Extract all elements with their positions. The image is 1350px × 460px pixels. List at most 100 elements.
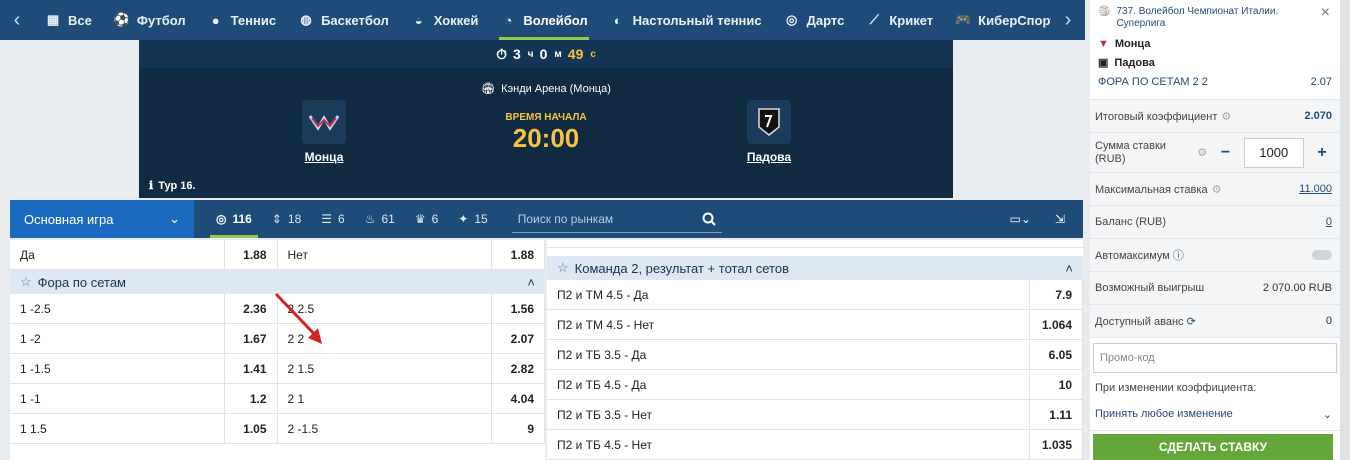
team1[interactable]: Монца [279,100,369,164]
team2-name[interactable]: Падова [724,150,814,164]
market-group-header[interactable]: ☆ Фора по сетам ˄ [10,270,545,294]
market-filter-tab[interactable]: ◎ 116 [206,200,262,238]
outcome-name[interactable]: 1 -2 [10,324,224,353]
outcome-name[interactable]: П2 и ТМ 4.5 - Да [547,280,1029,309]
layout-columns-icon[interactable]: ▭⌄ [1010,212,1031,226]
outcome-name[interactable]: 2 1.5 [278,354,492,383]
nav-next-icon[interactable]: › [1051,0,1085,40]
market-row: П2 и ТМ 4.5 - Да 7.9 [547,280,1083,310]
info-icon[interactable]: ⓘ [1173,250,1184,262]
team1-logo [302,100,346,144]
odd-button[interactable]: 4.04 [491,384,545,413]
chevron-up-icon[interactable]: ˄ [1065,261,1073,276]
sport-tab[interactable]: ◍ Баскетбол [287,0,400,40]
market-group-header[interactable]: ☆ Команда 2, результат + тотал сетов ˄ [547,256,1083,280]
sport-tab[interactable]: 🎮 КиберСпорт [944,0,1051,40]
refresh-icon[interactable]: ⟳ [1187,316,1196,328]
market-filter-tab[interactable]: ✦ 15 [448,200,497,238]
stake-label: Сумма ставки (RUB) [1095,139,1166,165]
sport-tab[interactable]: ● Теннис [197,0,287,40]
odd-button[interactable]: 1.67 [223,324,278,353]
bet-slip-team2: ▣ Падова [1098,56,1332,70]
outcome-name[interactable]: 1 1.5 [10,414,224,443]
outcome-name[interactable]: П2 и ТБ 3.5 - Да [547,340,1029,369]
sport-tab-label: Хоккей [433,12,479,28]
outcome-name[interactable]: 1 -2.5 [10,294,224,323]
sport-tab[interactable]: ▦ Все [34,0,103,40]
odd-button[interactable]: 1.05 [223,414,278,443]
automax-toggle[interactable] [1312,250,1332,260]
gear-icon[interactable]: ⚙ [1212,184,1222,196]
star-icon[interactable]: ☆ [557,260,569,276]
outcome-name[interactable]: П2 и ТБ 4.5 - Да [547,370,1029,399]
advance-row: Доступный аванс ⟳ 0 [1090,305,1340,338]
gear-icon[interactable]: ⚙ [1197,146,1207,159]
market-filter-tab[interactable]: ☰ 6 [311,200,354,238]
outcome-name[interactable]: Нет [278,240,492,269]
outcome-name[interactable]: 1 -1 [10,384,224,413]
odd-button[interactable]: 1.88 [223,240,278,269]
outcome-name[interactable]: 2 2.5 [278,294,492,323]
market-filter-bar: Основная игра ⌄ ◎ 116 ⇕ 18 ☰ 6 ♨ 61 ♛ 6 ✦ 15 Поиск … [10,200,1083,238]
collapse-all-icon[interactable]: ⇲ [1055,212,1065,226]
sport-tab[interactable]: ⟋ Крикет [855,0,944,40]
stake-input[interactable]: 1000 [1243,137,1304,168]
outcome-name[interactable]: 2 -1.5 [278,414,492,443]
plus-button[interactable]: + [1312,144,1332,162]
nav-prev-icon[interactable]: ‹ [0,0,34,40]
info-icon: ℹ [149,180,154,192]
odd-button[interactable]: 1.064 [1029,310,1083,339]
market-filter-tab[interactable]: ♛ 6 [405,200,448,238]
outcome-name[interactable]: 1 -1.5 [10,354,224,383]
odd-button[interactable]: 1.88 [491,240,545,269]
arena-name: Кэнди Арена (Монца) [501,82,611,95]
balance-value[interactable]: 0 [1326,216,1332,228]
team2[interactable]: Падова [724,100,814,164]
odd-button[interactable]: 9 [491,414,545,443]
odd-button[interactable]: 1.41 [223,354,278,383]
sport-tab[interactable]: ◔ Волейбол [489,0,598,40]
bet-slip-team2-name: Падова [1114,56,1155,69]
outcome-name[interactable]: П2 и ТБ 4.5 - Нет [547,430,1029,459]
search-icon[interactable] [702,212,716,226]
market-filter-tab[interactable]: ⇕ 18 [262,200,311,238]
sport-tab-label: Крикет [889,12,934,28]
timer-seconds-unit: с [590,48,596,60]
chevron-up-icon[interactable]: ˄ [527,275,535,290]
odd-button[interactable]: 1.56 [491,294,545,323]
odd-button[interactable]: 1.11 [1029,400,1083,429]
game-period-dropdown[interactable]: Основная игра ⌄ [10,200,194,238]
place-bet-button[interactable]: СДЕЛАТЬ СТАВКУ [1093,434,1333,460]
total-coef-value: 2.070 [1304,110,1332,122]
gear-icon[interactable]: ⚙ [1221,111,1231,123]
star-icon[interactable]: ☆ [20,274,32,290]
hockey-icon: ◒ [414,12,423,28]
odd-button[interactable]: 2.82 [491,354,545,383]
outcome-name[interactable]: П2 и ТМ 4.5 - Нет [547,310,1029,339]
odd-button[interactable]: 7.9 [1029,280,1083,309]
close-icon[interactable]: × [1321,4,1330,22]
sport-tab[interactable]: ⚽ Футбол [103,0,197,40]
scrollbar-track[interactable] [1340,0,1350,460]
promo-code-input[interactable]: Промо-код [1093,343,1337,373]
market-filter-tab[interactable]: ♨ 61 [355,200,405,238]
odd-button[interactable]: 2.36 [223,294,278,323]
outcome-name[interactable]: 2 1 [278,384,492,413]
odd-button[interactable]: 10 [1029,370,1083,399]
odd-button[interactable]: 1.2 [223,384,278,413]
market-search-input[interactable]: Поиск по рынкам [511,205,722,233]
max-bet-row: Максимальная ставка ⚙ 11.000 [1090,173,1340,206]
outcome-name[interactable]: 2 2 [278,324,492,353]
outcome-name[interactable]: П2 и ТБ 3.5 - Нет [547,400,1029,429]
sport-tab[interactable]: ◐ Настольный теннис [599,0,773,40]
odds-change-dropdown[interactable]: Принять любое изменение ⌄ [1090,398,1340,431]
sport-tab[interactable]: ◎ Дартс [773,0,856,40]
odd-button[interactable]: 2.07 [491,324,545,353]
odd-button[interactable]: 6.05 [1029,340,1083,369]
sport-tab[interactable]: ◒ Хоккей [400,0,490,40]
odd-button[interactable]: 1.035 [1029,430,1083,459]
outcome-name[interactable]: Да [10,240,224,269]
max-bet-value[interactable]: 11.000 [1299,183,1332,195]
minus-button[interactable]: − [1215,144,1235,162]
team1-name[interactable]: Монца [279,150,369,164]
